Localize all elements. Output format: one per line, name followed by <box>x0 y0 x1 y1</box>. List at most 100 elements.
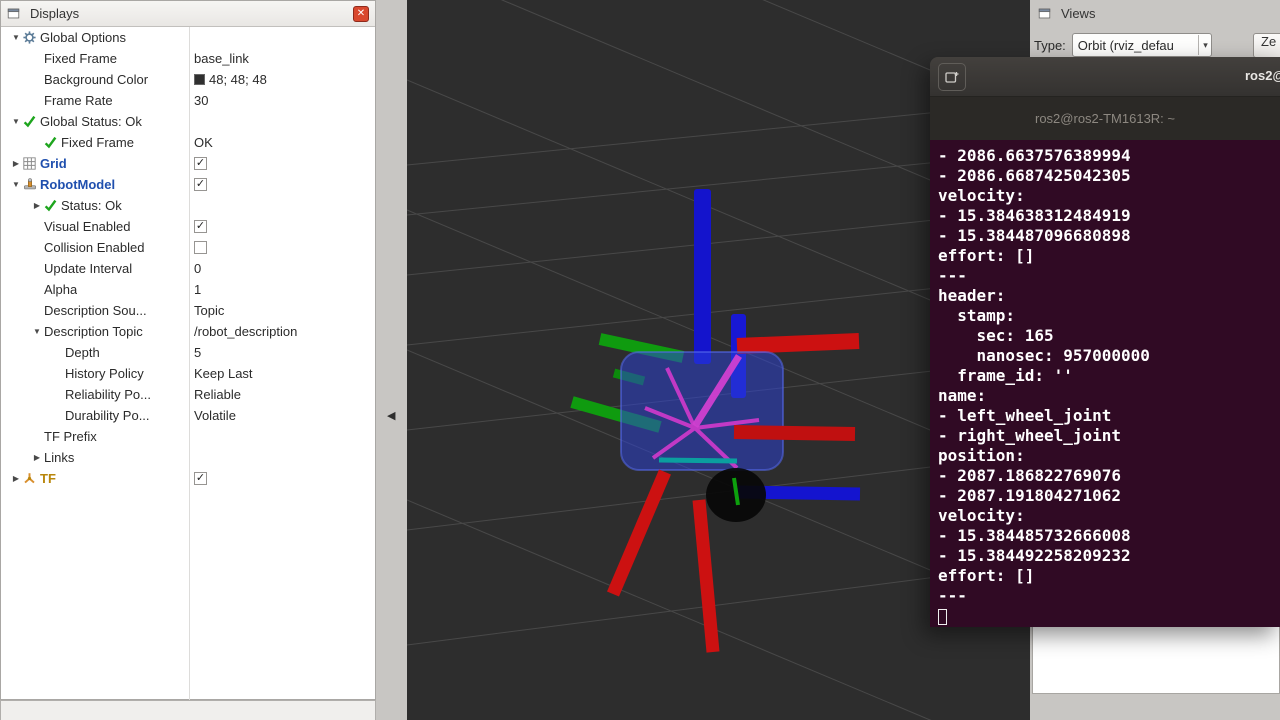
display-row-fixed-frame[interactable]: Fixed Framebase_link <box>1 48 375 69</box>
row-label: Global Status: Ok <box>40 114 142 129</box>
terminal-line: effort: [] <box>938 246 1280 266</box>
terminal-line: velocity: <box>938 186 1280 206</box>
display-row-durability-po[interactable]: Durability Po...Volatile <box>1 405 375 426</box>
expander-right-icon[interactable]: ▶ <box>30 201 44 210</box>
display-row-global-options[interactable]: ▼Global Options <box>1 27 375 48</box>
display-row-update-interval[interactable]: Update Interval0 <box>1 258 375 279</box>
row-label: Frame Rate <box>44 93 113 108</box>
terminal-cursor-line <box>938 606 1280 626</box>
terminal-cursor <box>938 609 947 625</box>
rviz-window: Displays ✕ ▼Global OptionsFixed Framebas… <box>0 0 1280 720</box>
terminal-line: - 2087.191804271062 <box>938 486 1280 506</box>
row-label: Visual Enabled <box>44 219 131 234</box>
display-row-collision-enabled[interactable]: Collision Enabled <box>1 237 375 258</box>
terminal-line: stamp: <box>938 306 1280 326</box>
panel-icon <box>7 7 24 20</box>
display-row-history-policy[interactable]: History Policy Keep Last <box>1 363 375 384</box>
tf-icon <box>23 472 40 485</box>
enabled-checkbox[interactable]: ✓ <box>194 472 207 485</box>
views-panel-header[interactable]: Views <box>1030 0 1280 21</box>
enabled-checkbox[interactable]: ✓ <box>194 157 207 170</box>
display-row-grid[interactable]: ▶ Grid ✓ <box>1 153 375 174</box>
display-row-fixed-frame[interactable]: Fixed Frame OK <box>1 132 375 153</box>
panel-splitter[interactable]: ◀ <box>376 0 407 720</box>
enabled-checkbox[interactable] <box>194 241 207 254</box>
row-value[interactable]: OK <box>194 135 213 150</box>
display-row-tf[interactable]: ▶ TF ✓ <box>1 468 375 489</box>
display-row-frame-rate[interactable]: Frame Rate 30 <box>1 90 375 111</box>
view-type-dropdown[interactable]: Orbit (rviz_defau ▾ <box>1072 33 1212 57</box>
row-label: Collision Enabled <box>44 240 144 255</box>
display-row-background-color[interactable]: Background Color48; 48; 48 <box>1 69 375 90</box>
row-value[interactable]: Volatile <box>194 408 236 423</box>
display-row-global-status-ok[interactable]: ▼ Global Status: Ok <box>1 111 375 132</box>
new-tab-button[interactable] <box>938 63 966 91</box>
expander-right-icon[interactable]: ▶ <box>9 159 23 168</box>
enabled-checkbox[interactable]: ✓ <box>194 220 207 233</box>
display-row-description-topic[interactable]: ▼Description Topic/robot_description <box>1 321 375 342</box>
terminal-line: name: <box>938 386 1280 406</box>
displays-panel-footer <box>0 700 376 720</box>
displays-panel: Displays ✕ ▼Global OptionsFixed Framebas… <box>0 0 376 700</box>
row-label: Description Topic <box>44 324 143 339</box>
enabled-checkbox[interactable]: ✓ <box>194 178 207 191</box>
display-row-links[interactable]: ▶Links <box>1 447 375 468</box>
expander-right-icon[interactable]: ▶ <box>9 474 23 483</box>
display-row-status-ok[interactable]: ▶ Status: Ok <box>1 195 375 216</box>
display-row-robotmodel[interactable]: ▼ RobotModel ✓ <box>1 174 375 195</box>
expander-down-icon[interactable]: ▼ <box>9 117 23 126</box>
row-label: History Policy <box>65 366 144 381</box>
row-label: TF Prefix <box>44 429 97 444</box>
terminal-line: position: <box>938 446 1280 466</box>
expander-down-icon[interactable]: ▼ <box>9 33 23 42</box>
display-row-depth[interactable]: Depth 5 <box>1 342 375 363</box>
display-row-alpha[interactable]: Alpha1 <box>1 279 375 300</box>
terminal-line: sec: 165 <box>938 326 1280 346</box>
grid-icon <box>23 157 40 170</box>
terminal-line: - 2087.186822769076 <box>938 466 1280 486</box>
terminal-line: - left_wheel_joint <box>938 406 1280 426</box>
expander-down-icon[interactable]: ▼ <box>9 180 23 189</box>
collapse-panel-icon[interactable]: ◀ <box>387 409 395 422</box>
terminal-line: - right_wheel_joint <box>938 426 1280 446</box>
row-label: Fixed Frame <box>61 135 134 150</box>
row-label: TF <box>40 471 56 486</box>
terminal-line: --- <box>938 266 1280 286</box>
zero-button[interactable]: Ze <box>1253 33 1280 58</box>
terminal-tab[interactable]: ros2@ros2-TM1613R: ~ <box>1035 111 1175 126</box>
chevron-down-icon: ▾ <box>1198 35 1208 55</box>
row-value[interactable]: 0 <box>194 261 201 276</box>
gear-icon <box>23 31 40 44</box>
displays-panel-header[interactable]: Displays ✕ <box>1 1 375 27</box>
terminal-line: - 15.384492258209232 <box>938 546 1280 566</box>
row-label: RobotModel <box>40 177 115 192</box>
row-value[interactable]: 48; 48; 48 <box>209 72 267 87</box>
terminal-output[interactable]: - 2086.6637576389994- 2086.6687425042305… <box>930 140 1280 627</box>
terminal-window: ros2@ ros2@ros2-TM1613R: ~ - 2086.663757… <box>930 57 1280 627</box>
terminal-titlebar[interactable]: ros2@ <box>930 57 1280 97</box>
row-value[interactable]: base_link <box>194 51 249 66</box>
row-label: Description Sou... <box>44 303 147 318</box>
terminal-line: nanosec: 957000000 <box>938 346 1280 366</box>
row-value[interactable]: Keep Last <box>194 366 253 381</box>
displays-tree: ▼Global OptionsFixed Framebase_linkBackg… <box>1 27 375 489</box>
row-value[interactable]: 1 <box>194 282 201 297</box>
display-row-tf-prefix[interactable]: TF Prefix <box>1 426 375 447</box>
display-row-description-sou[interactable]: Description Sou... Topic <box>1 300 375 321</box>
expander-right-icon[interactable]: ▶ <box>30 453 44 462</box>
row-value[interactable]: Reliable <box>194 387 241 402</box>
display-row-reliability-po[interactable]: Reliability Po...Reliable <box>1 384 375 405</box>
row-value[interactable]: 5 <box>194 345 201 360</box>
expander-down-icon[interactable]: ▼ <box>30 327 44 336</box>
close-icon[interactable]: ✕ <box>353 6 369 22</box>
row-label: Status: Ok <box>61 198 122 213</box>
row-label: Depth <box>65 345 100 360</box>
check-icon <box>44 199 61 212</box>
view-type-value: Orbit (rviz_defau <box>1078 38 1198 53</box>
row-value[interactable]: /robot_description <box>194 324 297 339</box>
row-label: Grid <box>40 156 67 171</box>
display-row-visual-enabled[interactable]: Visual Enabled ✓ <box>1 216 375 237</box>
row-value[interactable]: 30 <box>194 93 208 108</box>
view-type-label: Type: <box>1034 38 1066 53</box>
row-value[interactable]: Topic <box>194 303 224 318</box>
